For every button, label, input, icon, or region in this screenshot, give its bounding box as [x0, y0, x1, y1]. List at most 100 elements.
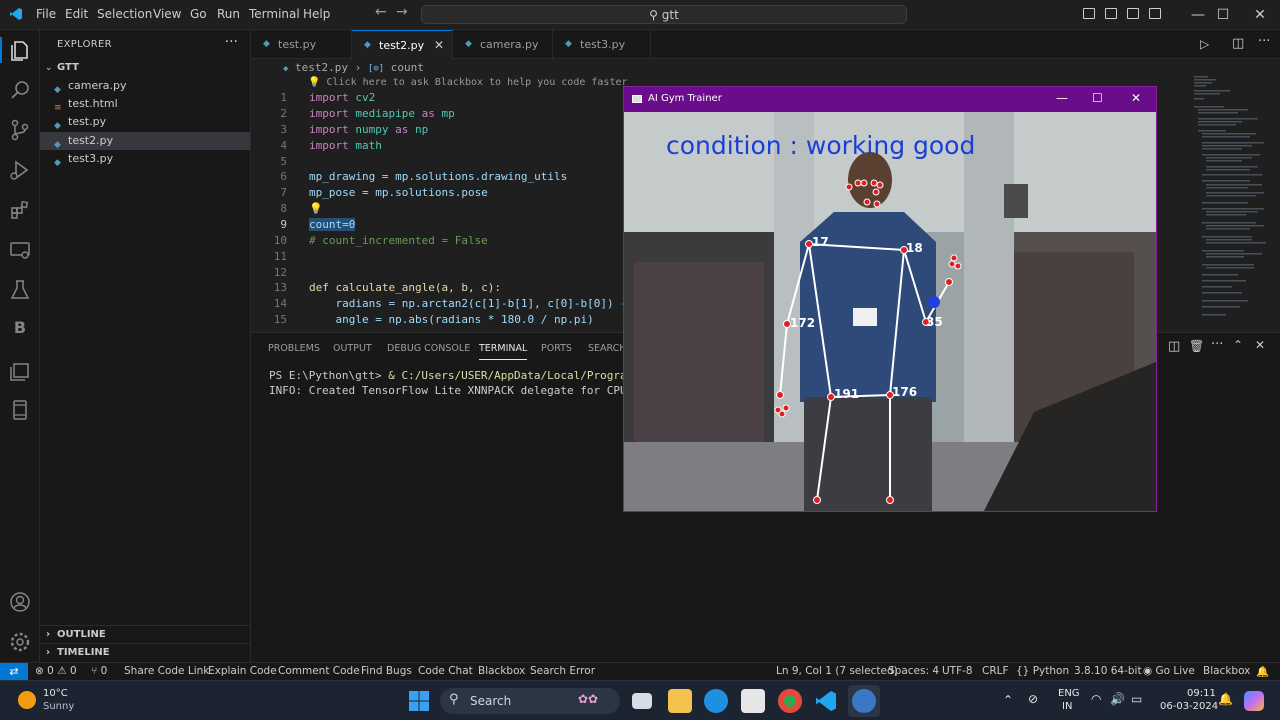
split-terminal-icon[interactable]: ◫ [1168, 339, 1180, 354]
problems-indicator[interactable]: ⊗ 0 ⚠ 0 [35, 665, 77, 677]
more-actions-icon[interactable]: ··· [1258, 34, 1270, 49]
encoding[interactable]: UTF-8 [942, 665, 973, 677]
clock-date[interactable]: 06-03-2024 [1160, 701, 1218, 712]
menu-edit[interactable]: Edit [65, 7, 88, 21]
folder-gtt[interactable]: ⌄ GTT [40, 59, 250, 77]
share-code-link[interactable]: Share Code Link [124, 665, 209, 677]
run-debug-icon[interactable] [8, 158, 32, 182]
source-control-icon[interactable] [8, 118, 32, 142]
back-arrow-icon[interactable]: ← [375, 4, 387, 20]
extensions-icon[interactable] [8, 198, 32, 222]
language-top[interactable]: ENG [1058, 688, 1080, 699]
weather-temp[interactable]: 10°C [43, 688, 68, 699]
account-icon[interactable] [8, 590, 32, 614]
explain-code[interactable]: Explain Code [208, 665, 277, 677]
menu-file[interactable]: File [36, 7, 56, 21]
file-test2-py[interactable]: ◆ test2.py [40, 132, 250, 150]
remote-explorer-icon[interactable] [8, 238, 32, 262]
sun-weather-icon[interactable] [18, 691, 36, 709]
cursor-position[interactable]: Ln 9, Col 1 (7 selected) [776, 665, 898, 677]
trash-icon[interactable]: 🗑 [1189, 339, 1204, 353]
blackbox-status-right[interactable]: Blackbox [1203, 665, 1250, 677]
more-actions-icon[interactable]: ··· [1211, 337, 1223, 352]
tab-test3-py[interactable]: ◆ test3.py [553, 30, 651, 59]
close-tab-icon[interactable]: ✕ [434, 31, 444, 60]
tab-test-py[interactable]: ◆ test.py [251, 30, 352, 59]
line-ending[interactable]: CRLF [982, 665, 1009, 677]
taskbar-search[interactable]: ⚲ Search ✿✿ [440, 688, 620, 714]
ports-indicator[interactable]: ⑂ 0 [91, 665, 107, 677]
copilot-icon[interactable] [1244, 691, 1264, 711]
file-test-py[interactable]: ◆ test.py [40, 113, 250, 131]
file-test-html[interactable]: ≡ test.html [40, 95, 250, 113]
volume-icon[interactable]: 🔊 [1110, 692, 1125, 706]
find-bugs[interactable]: Find Bugs [361, 665, 412, 677]
gym-window-titlebar[interactable]: AI Gym Trainer — ☐ ✕ [624, 87, 1156, 112]
timeline-section[interactable]: › TIMELINE [40, 643, 250, 662]
vscode-taskbar-icon[interactable] [814, 689, 838, 713]
breadcrumb-file[interactable]: test2.py [295, 61, 348, 74]
microsoft-store-icon[interactable] [741, 689, 765, 713]
menu-go[interactable]: Go [190, 7, 207, 21]
command-center-search[interactable]: ⚲ gtt [421, 5, 907, 24]
language-mode[interactable]: {} Python [1016, 665, 1069, 677]
docker-stack-icon[interactable] [8, 358, 32, 382]
blackbox-icon[interactable]: B [8, 318, 32, 342]
minimize-icon[interactable]: — [1056, 91, 1068, 105]
outline-section[interactable]: › OUTLINE [40, 625, 250, 644]
menu-view[interactable]: View [153, 7, 181, 21]
python-app-icon[interactable] [852, 689, 876, 713]
customize-layout-icon[interactable] [1149, 8, 1161, 19]
file-camera-py[interactable]: ◆ camera.py [40, 77, 250, 95]
split-editor-icon[interactable]: ◫ [1232, 36, 1244, 51]
toggle-primary-sidebar-icon[interactable] [1083, 8, 1095, 19]
weather-desc[interactable]: Sunny [43, 701, 74, 712]
search-icon[interactable] [8, 78, 32, 102]
close-icon[interactable]: ✕ [1240, 3, 1280, 27]
lightbulb-icon[interactable]: 💡 [309, 202, 323, 215]
terminal-line[interactable]: PS E:\Python\gtt> & C:/Users/USER/AppDat… [269, 369, 660, 382]
ai-gym-trainer-window[interactable]: AI Gym Trainer — ☐ ✕ condition: working… [623, 86, 1157, 512]
indentation[interactable]: Spaces: 4 [888, 665, 939, 677]
maximize-panel-icon[interactable]: ⌃ [1233, 338, 1243, 352]
file-explorer-icon[interactable] [668, 689, 692, 713]
more-actions-icon[interactable]: ··· [225, 34, 238, 50]
breadcrumb-symbol[interactable]: count [391, 61, 424, 74]
menu-selection[interactable]: Selection [97, 7, 152, 21]
panel-tab-problems[interactable]: PROBLEMS [268, 343, 320, 354]
close-icon[interactable]: ✕ [1131, 91, 1141, 105]
go-live[interactable]: ◉ Go Live [1143, 665, 1195, 677]
wifi-icon[interactable]: ◠ [1091, 692, 1101, 706]
tab-test2-py[interactable]: ◆ test2.py ✕ [352, 30, 453, 59]
close-panel-icon[interactable]: ✕ [1255, 338, 1265, 352]
edge-browser-icon[interactable] [704, 689, 728, 713]
panel-tab-ports[interactable]: PORTS [541, 343, 572, 354]
run-python-icon[interactable]: ▷ [1200, 37, 1209, 51]
notification-bell-icon[interactable]: 🔔 [1218, 692, 1233, 706]
panel-tab-terminal[interactable]: TERMINAL [479, 343, 528, 360]
explorer-icon[interactable] [8, 39, 32, 63]
toggle-secondary-sidebar-icon[interactable] [1127, 8, 1139, 19]
battery-icon[interactable]: ▭ [1131, 692, 1142, 706]
blackbox-hint[interactable]: 💡 Click here to ask Blackbox to help you… [308, 77, 628, 88]
comment-code[interactable]: Comment Code [278, 665, 360, 677]
testing-icon[interactable] [8, 278, 32, 302]
code-chat[interactable]: Code Chat [418, 665, 473, 677]
tab-camera-py[interactable]: ◆ camera.py [453, 30, 553, 59]
panel-tab-debug-console[interactable]: DEBUG CONSOLE [387, 343, 470, 354]
menu-help[interactable]: Help [303, 7, 330, 21]
task-view-icon[interactable] [632, 693, 652, 709]
menu-terminal[interactable]: Terminal [249, 7, 300, 21]
device-icon[interactable] [8, 398, 32, 422]
windows-start-icon[interactable] [407, 689, 431, 713]
language-bottom[interactable]: IN [1062, 701, 1072, 712]
panel-tab-search[interactable]: SEARCH [588, 343, 626, 354]
menu-run[interactable]: Run [217, 7, 240, 21]
chrome-browser-icon[interactable] [778, 689, 802, 713]
file-test3-py[interactable]: ◆ test3.py [40, 150, 250, 168]
maximize-icon[interactable]: ☐ [1092, 91, 1103, 105]
blackbox-status[interactable]: Blackbox [478, 665, 525, 677]
search-error[interactable]: Search Error [530, 665, 595, 677]
network-device-icon[interactable]: ⊘ [1028, 692, 1038, 706]
show-hidden-icons[interactable]: ⌃ [1003, 693, 1013, 707]
